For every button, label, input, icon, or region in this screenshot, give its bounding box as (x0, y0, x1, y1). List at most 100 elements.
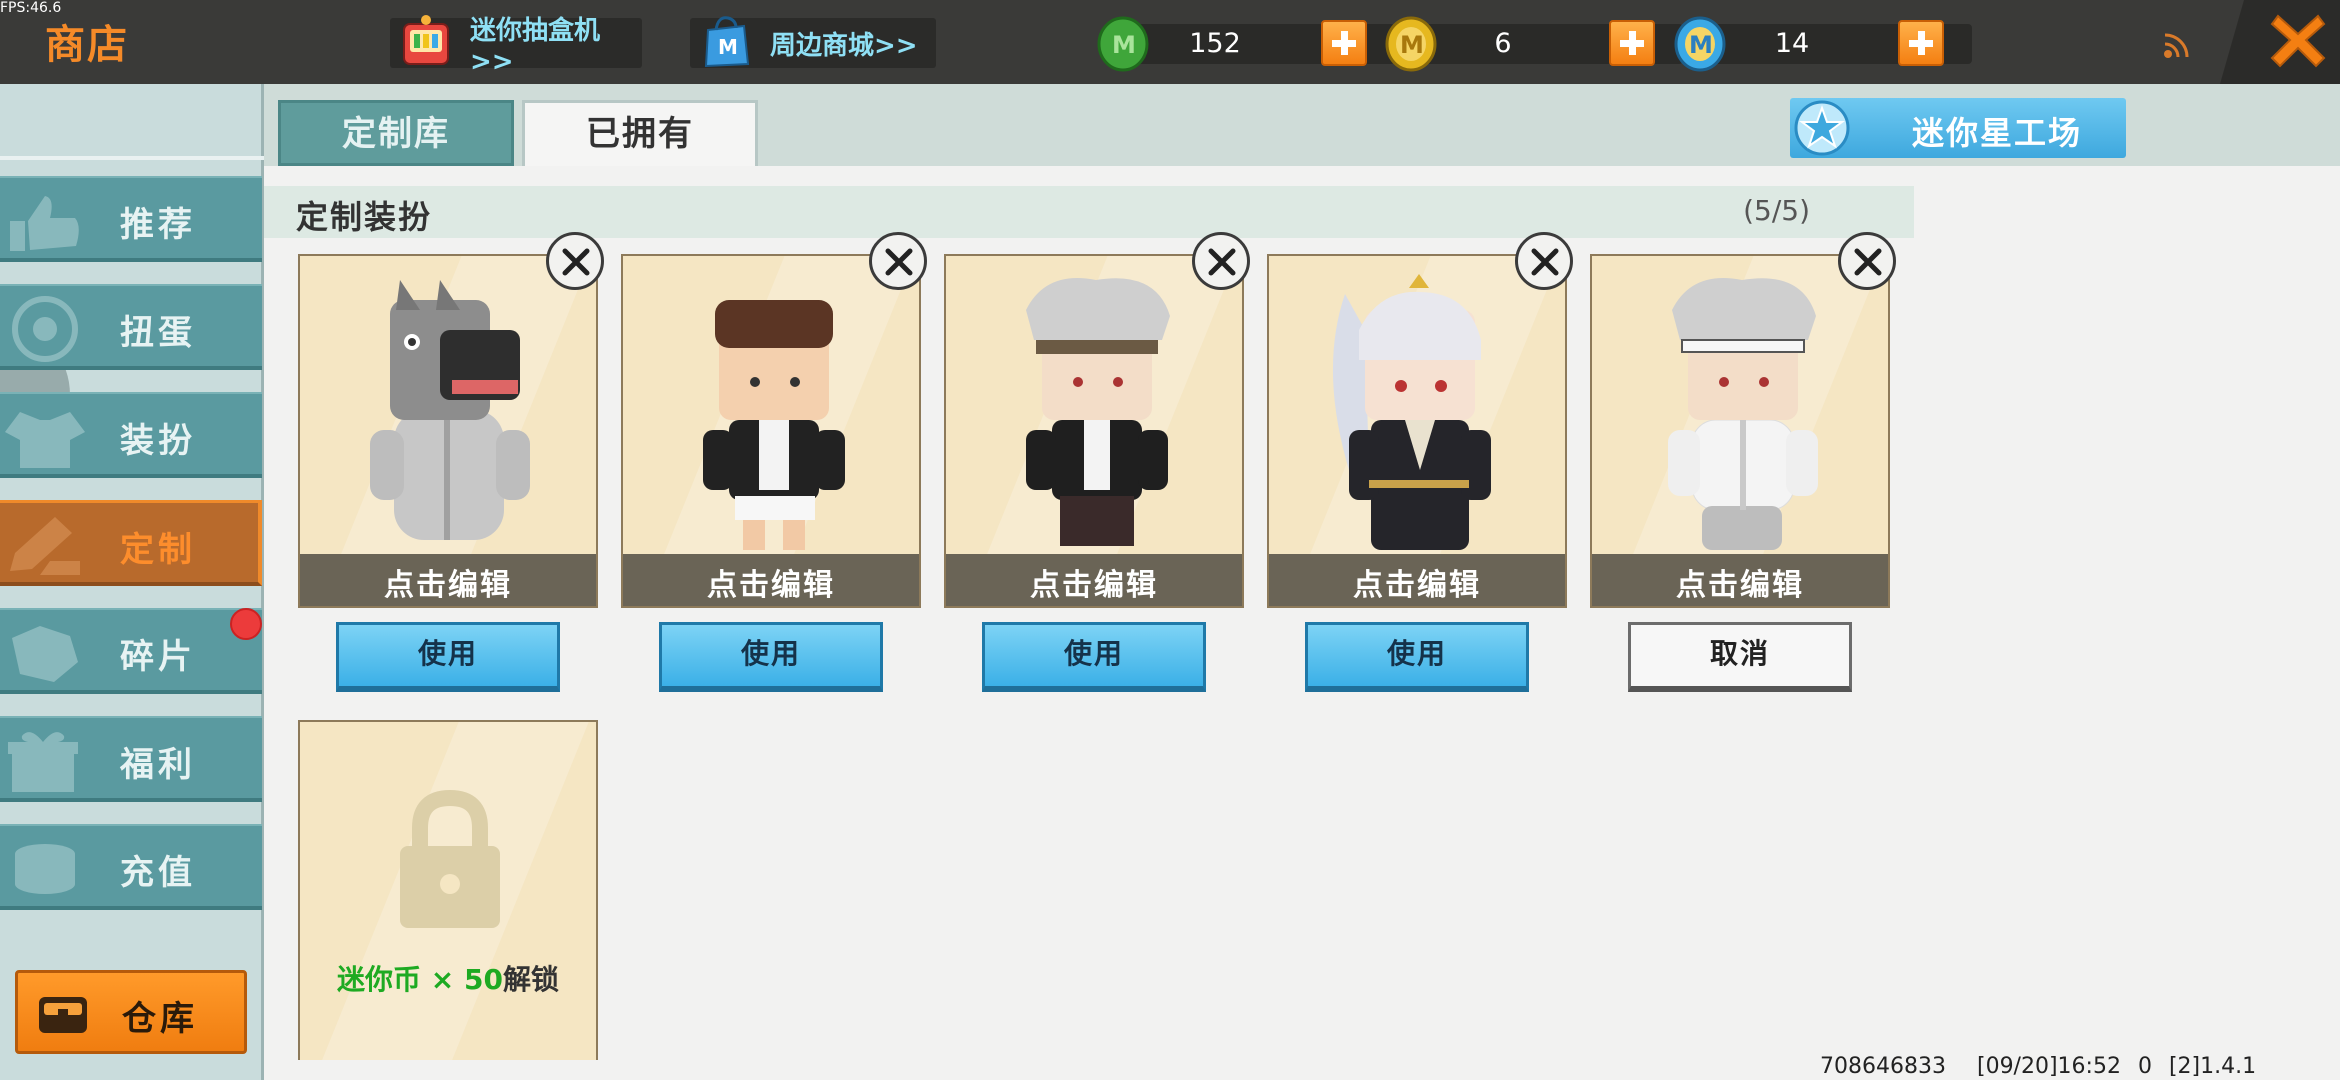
delete-outfit-button[interactable] (1192, 232, 1250, 290)
sidebar-item-recommend[interactable]: 推荐 (0, 176, 262, 262)
mini-coin-icon: M (1385, 16, 1437, 72)
warehouse-label: 仓库 (122, 999, 198, 1039)
card-caption-bar: 点击编辑 (1269, 554, 1565, 606)
close-icon (885, 248, 913, 276)
mini-workshop-label: 迷你星工场 (1912, 114, 2083, 152)
edit-label: 点击编辑 (384, 568, 512, 603)
merch-mall-label: 周边商城>> (770, 30, 918, 61)
version: [2]1.4.1 (2168, 1054, 2257, 1079)
delete-outfit-button[interactable] (1515, 232, 1573, 290)
section-header: 定制装扮 (5/5) (264, 186, 1914, 238)
delete-outfit-button[interactable] (1838, 232, 1896, 290)
add-mini-point-button[interactable] (1898, 20, 1944, 66)
add-mini-bean-button[interactable] (1321, 20, 1367, 66)
status-footer: 708646833 [09/20]16:52 0 [2]1.4.1 (1820, 1054, 2280, 1079)
sidebar-item-recharge[interactable]: 充值 (0, 824, 262, 910)
sidebar-item-label: 福利 (120, 745, 196, 785)
gray-hair-white-outfit-character (1668, 278, 1818, 550)
edit-label: 点击编辑 (1353, 568, 1481, 603)
gray-hair-headband-character (1026, 278, 1170, 546)
sidebar-item-custom[interactable]: 定制 (0, 500, 262, 586)
merch-mall-link[interactable]: M 周边商城>> (690, 16, 936, 68)
close-icon (1531, 248, 1559, 276)
custom-outfit-card[interactable]: 点击编辑 (944, 254, 1244, 608)
fragment-icon (12, 626, 78, 682)
custom-outfit-card[interactable]: 点击编辑 (1267, 254, 1567, 608)
use-outfit-button[interactable]: 使用 (659, 622, 883, 692)
custom-outfit-card[interactable]: 点击编辑 (298, 254, 598, 608)
card-caption-bar: 点击编辑 (946, 554, 1242, 606)
cancel-outfit-button[interactable]: 取消 (1628, 622, 1852, 692)
add-mini-coin-button[interactable] (1609, 20, 1655, 66)
unlock-label: 解锁 (502, 963, 559, 996)
pencil-icon (10, 517, 80, 575)
status-code: 0 (2137, 1054, 2152, 1079)
gacha-machine-label: 迷你抽盒机>> (470, 15, 601, 77)
mini-bean-balance: M 152 (1095, 14, 1415, 72)
tab-owned[interactable]: 已拥有 (522, 100, 758, 166)
tab-custom-library[interactable]: 定制库 (278, 100, 514, 166)
mini-point-icon: M (1674, 16, 1726, 72)
card-caption-bar: 点击编辑 (623, 554, 919, 606)
mini-coin-value: 6 (1494, 28, 1512, 59)
sidebar-item-gacha[interactable]: 扭蛋 (0, 284, 262, 370)
card-caption-bar: 点击编辑 (1592, 554, 1888, 606)
card-caption-bar: 点击编辑 (300, 554, 596, 606)
sidebar-item-label: 碎片 (120, 637, 196, 677)
sidebar-item-fragments[interactable]: 碎片 (0, 608, 262, 694)
use-outfit-button[interactable]: 使用 (336, 622, 560, 692)
use-outfit-button[interactable]: 使用 (982, 622, 1206, 692)
gacha-machine-icon (403, 15, 449, 65)
mini-coin-balance: M 6 (1383, 14, 1703, 72)
use-outfit-button[interactable]: 使用 (1305, 622, 1529, 692)
coin-stack-icon (15, 844, 75, 894)
user-id: 708646833 (1820, 1054, 1946, 1079)
close-icon (1208, 248, 1236, 276)
edit-label: 点击编辑 (1030, 568, 1158, 603)
svg-text:M: M (718, 35, 738, 59)
horse-costume-character (370, 280, 530, 540)
notification-dot (230, 608, 262, 640)
outfit-icon (5, 412, 85, 468)
warehouse-button[interactable]: 仓库 (15, 970, 247, 1054)
sidebar-item-label: 充值 (120, 853, 196, 893)
gift-icon (8, 732, 78, 792)
gacha-machine-link[interactable]: 迷你抽盒机>> (390, 15, 642, 77)
sidebar-item-label: 扭蛋 (120, 313, 196, 353)
thumbs-up-icon (10, 196, 79, 251)
unlock-cost: 迷你币 × 50解锁 (300, 958, 596, 998)
delete-outfit-button[interactable] (546, 232, 604, 290)
mini-bean-value: 152 (1189, 28, 1241, 59)
delete-outfit-button[interactable] (869, 232, 927, 290)
sidebar-item-outfit[interactable]: 装扮 (0, 392, 262, 478)
sidebar-item-welfare[interactable]: 福利 (0, 716, 262, 802)
mini-point-value: 14 (1774, 28, 1810, 59)
section-title: 定制装扮 (296, 198, 433, 236)
shopping-bag-icon: M (704, 16, 750, 68)
sidebar-item-label: 定制 (120, 530, 196, 570)
mini-point-balance: M 14 (1672, 14, 1992, 72)
capsule-icon (12, 296, 78, 362)
svg-text:M: M (1400, 31, 1424, 59)
timestamp: [09/20]16:52 (1976, 1054, 2121, 1079)
unlock-cost-amount: 迷你币 × 50 (337, 963, 503, 996)
custom-outfit-card[interactable]: 点击编辑 (1590, 254, 1890, 608)
mini-bean-icon: M (1097, 16, 1149, 72)
mini-workshop-button[interactable]: 迷你星工场 (1790, 98, 2126, 158)
close-icon (562, 248, 590, 276)
rss-feed-icon[interactable] (2162, 30, 2192, 60)
slot-count: (5/5) (1743, 194, 1810, 227)
edit-label: 点击编辑 (1676, 568, 1804, 603)
svg-text:M: M (1112, 31, 1136, 59)
locked-slot-card[interactable]: 迷你币 × 50解锁 (298, 720, 598, 1060)
close-icon (1854, 248, 1882, 276)
lock-icon (400, 789, 500, 928)
custom-outfit-card[interactable]: 点击编辑 (621, 254, 921, 608)
brown-hair-character (703, 300, 845, 550)
svg-text:M: M (1689, 31, 1713, 59)
page-title: 商店 (45, 22, 129, 68)
chest-icon (39, 997, 87, 1033)
sidebar-item-label: 装扮 (120, 421, 196, 461)
sidebar-divider (0, 156, 264, 160)
sidebar-item-label: 推荐 (120, 205, 196, 245)
